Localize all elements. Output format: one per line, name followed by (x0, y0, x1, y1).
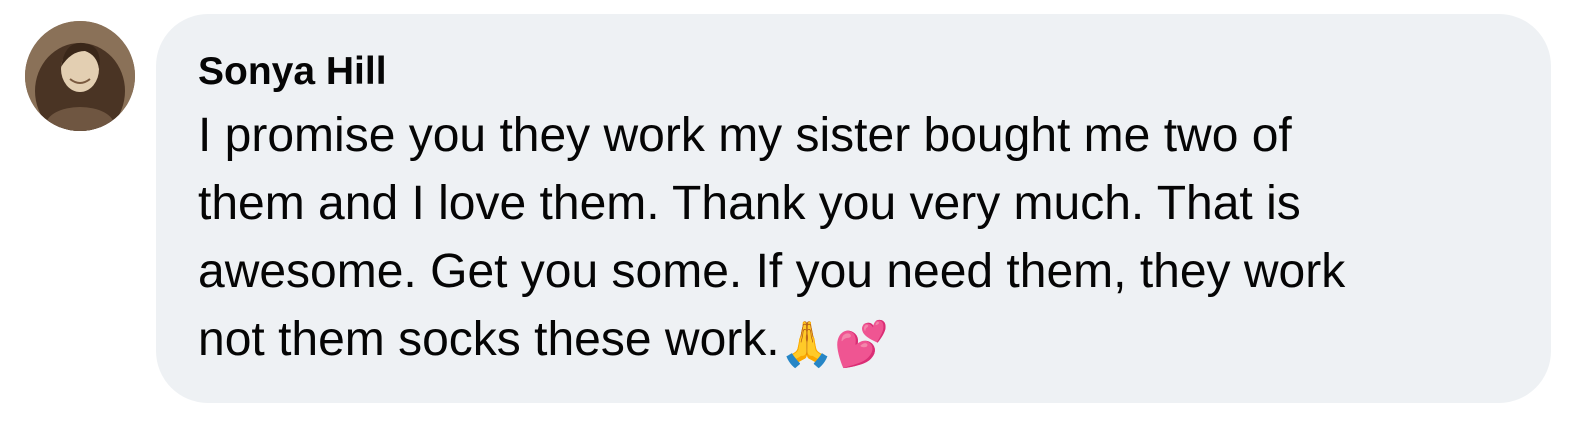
comment-line: them and I love them. Thank you very muc… (198, 177, 1301, 230)
comment-line: awesome. Get you some. If you need them,… (198, 245, 1346, 298)
comment-text: I promise you they work my sister bought… (198, 102, 1511, 374)
comment-line: I promise you they work my sister bought… (198, 109, 1292, 162)
comment-bubble: Sonya Hill I promise you they work my si… (156, 14, 1551, 403)
two-hearts-icon: 💕 (834, 320, 890, 369)
avatar[interactable] (25, 21, 135, 131)
comment-author[interactable]: Sonya Hill (198, 48, 1511, 96)
comment-line: not them socks these work. (198, 313, 780, 366)
folded-hands-icon: 🙏 (779, 320, 835, 369)
profile-photo-icon (25, 21, 135, 131)
